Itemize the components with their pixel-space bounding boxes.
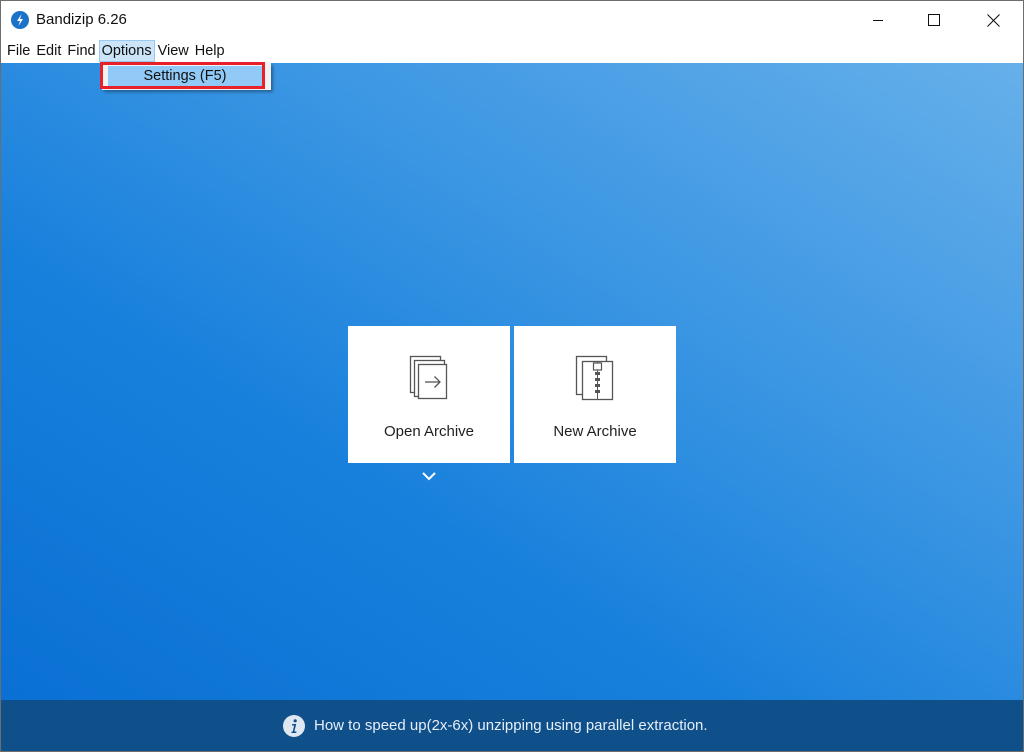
menu-view[interactable]: View — [155, 40, 192, 62]
menu-file[interactable]: File — [4, 40, 33, 62]
close-button[interactable] — [970, 1, 1016, 39]
menu-help[interactable]: Help — [192, 40, 228, 62]
window-title: Bandizip 6.26 — [36, 11, 127, 28]
close-icon — [986, 13, 1000, 27]
open-archive-label: Open Archive — [383, 423, 475, 440]
title-bar[interactable]: Bandizip 6.26 — [1, 1, 1023, 39]
open-archive-icon — [409, 355, 448, 400]
options-dropdown-menu: Settings (F5) — [102, 63, 271, 90]
info-message[interactable]: How to speed up(2x-6x) unzipping using p… — [314, 716, 708, 736]
menu-edit[interactable]: Edit — [33, 40, 64, 62]
bandizip-logo-icon — [11, 11, 29, 29]
info-icon — [283, 715, 305, 737]
app-window: Bandizip 6.26 File Edit Find Options Vie… — [0, 0, 1024, 752]
new-archive-icon — [575, 355, 614, 401]
new-archive-label: New Archive — [553, 423, 637, 440]
minimize-icon — [873, 20, 883, 21]
menu-options[interactable]: Options — [98, 40, 155, 62]
chevron-down-icon[interactable] — [421, 470, 437, 482]
open-archive-button[interactable]: Open Archive — [348, 326, 510, 463]
menu-bar: File Edit Find Options View Help — [1, 39, 1023, 63]
new-archive-button[interactable]: New Archive — [514, 326, 676, 463]
main-area: Open Archive New Archive — [1, 63, 1023, 700]
maximize-icon — [928, 14, 940, 26]
menu-item-settings[interactable]: Settings (F5) — [108, 66, 262, 86]
info-bar[interactable]: How to speed up(2x-6x) unzipping using p… — [1, 700, 1023, 751]
minimize-button[interactable] — [855, 1, 901, 39]
menu-find[interactable]: Find — [64, 40, 98, 62]
maximize-button[interactable] — [911, 1, 957, 39]
